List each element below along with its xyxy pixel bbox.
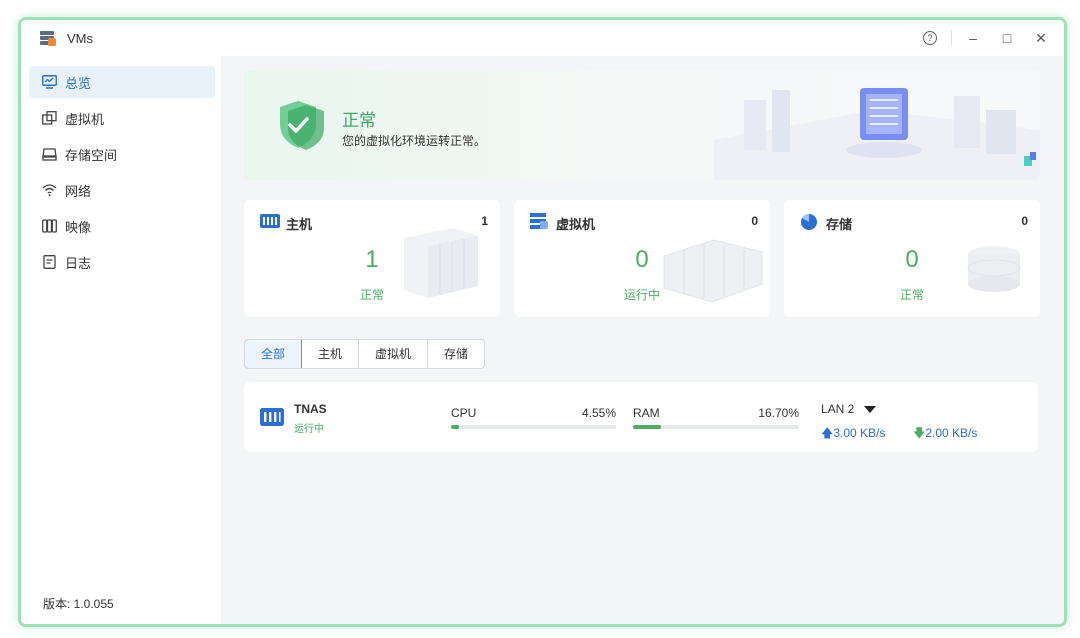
card-sub-status: 运行中 (623, 288, 660, 302)
help-button[interactable]: ? (913, 20, 947, 56)
tab-all[interactable]: 全部 (245, 340, 303, 368)
card-big-number: 0 (635, 246, 649, 273)
card-big-number: 1 (365, 246, 379, 273)
sidebar-item-label: 网络 (65, 183, 92, 199)
cpu-usage-bar (451, 425, 616, 429)
windows-icon (41, 110, 57, 126)
ram-usage-bar (633, 425, 799, 429)
ram-usage-fill (633, 425, 661, 429)
card-count: 0 (1021, 214, 1028, 228)
arrow-up-icon: 🡅 (821, 426, 834, 440)
sidebar-item-label: 虚拟机 (65, 111, 105, 127)
sidebar-item-vms[interactable]: 虚拟机 (29, 102, 215, 134)
upload-speed: 🡅3.00 KB/s (821, 424, 885, 445)
sidebar-item-label: 日志 (65, 255, 92, 271)
server-icon (260, 213, 280, 229)
main-content: 正常 您的虚拟化环境运转正常。 主机 1 1 正常 虚拟机 0 0 运行中 存储… (222, 56, 1064, 624)
caret-down-icon (863, 406, 876, 414)
sidebar-item-label: 存储空间 (65, 147, 118, 163)
vm-stack-icon (530, 213, 548, 229)
cpu-label: CPU (451, 406, 477, 420)
vm-summary-card[interactable]: 虚拟机 0 0 运行中 (514, 200, 770, 317)
server-icon (260, 408, 284, 431)
datacenter-illustration (674, 70, 1040, 180)
cpu-value: 4.55% (581, 406, 616, 420)
sidebar-item-network[interactable]: 网络 (29, 174, 215, 206)
network-interface-label: LAN 2 (821, 402, 855, 416)
vms-app-icon (39, 29, 57, 47)
download-speed: 🡇2.00 KB/s (913, 424, 977, 445)
card-title: 虚拟机 (556, 217, 596, 232)
document-icon (41, 254, 57, 270)
arrow-down-icon: 🡇 (913, 426, 926, 440)
card-sub-status: 正常 (359, 288, 384, 302)
card-title: 主机 (286, 217, 313, 232)
sidebar-item-images[interactable]: 映像 (29, 210, 215, 242)
app-title: VMs (67, 30, 93, 46)
help-icon: ? (923, 31, 937, 45)
version-label: 版本: 1.0.055 (43, 597, 114, 611)
monitor-icon (41, 74, 57, 90)
status-banner: 正常 您的虚拟化环境运转正常。 (244, 70, 1040, 180)
host-summary-card[interactable]: 主机 1 1 正常 (244, 200, 500, 317)
sidebar-item-overview[interactable]: 总览 (29, 66, 215, 98)
filter-tabs: 全部 主机 虚拟机 存储 (244, 339, 486, 369)
host-row[interactable]: TNAS 运行中 CPU 4.55% RAM 16.70% LAN 2 🡅3.0… (244, 382, 1038, 452)
title-bar: VMs ? – □ ✕ (21, 20, 1064, 57)
maximize-button[interactable]: □ (990, 20, 1024, 56)
pie-icon (800, 213, 818, 230)
ram-value: 16.70% (758, 406, 799, 420)
tab-hosts[interactable]: 主机 (302, 340, 360, 368)
upload-speed-value: 3.00 KB/s (833, 426, 886, 440)
tab-vms[interactable]: 虚拟机 (359, 340, 429, 368)
banner-status: 正常 (342, 111, 376, 130)
sidebar-item-storage[interactable]: 存储空间 (29, 138, 215, 170)
title-divider (951, 31, 952, 45)
banner-description: 您的虚拟化环境运转正常。 (342, 134, 487, 148)
download-speed-value: 2.00 KB/s (925, 426, 978, 440)
sidebar-item-label: 总览 (65, 75, 92, 91)
shield-check-icon (276, 98, 334, 157)
close-button[interactable]: ✕ (1024, 20, 1058, 56)
sidebar: 总览 虚拟机 存储空间 网络 映像 日志 版本: 1.0.055 (21, 56, 222, 624)
card-sub-status: 正常 (899, 288, 924, 302)
host-name: TNAS (294, 402, 327, 416)
sidebar-item-logs[interactable]: 日志 (29, 246, 215, 278)
sidebar-item-label: 映像 (65, 219, 92, 235)
disc-icon (41, 218, 57, 234)
storage-summary-card[interactable]: 存储 0 0 正常 (784, 200, 1040, 317)
card-title: 存储 (826, 217, 853, 232)
drive-icon (41, 146, 57, 162)
wifi-icon (41, 182, 57, 198)
minimize-button[interactable]: – (956, 20, 990, 56)
host-status: 运行中 (294, 424, 324, 435)
tab-storage[interactable]: 存储 (428, 340, 484, 368)
app-window: VMs ? – □ ✕ 总览 虚拟机 存储空间 网络 映像 日志 版本: 1.0… (18, 17, 1067, 627)
network-interface-select[interactable]: LAN 2 (821, 402, 876, 416)
ram-label: RAM (633, 406, 660, 420)
card-big-number: 0 (905, 246, 919, 273)
cpu-usage-fill (451, 425, 459, 429)
